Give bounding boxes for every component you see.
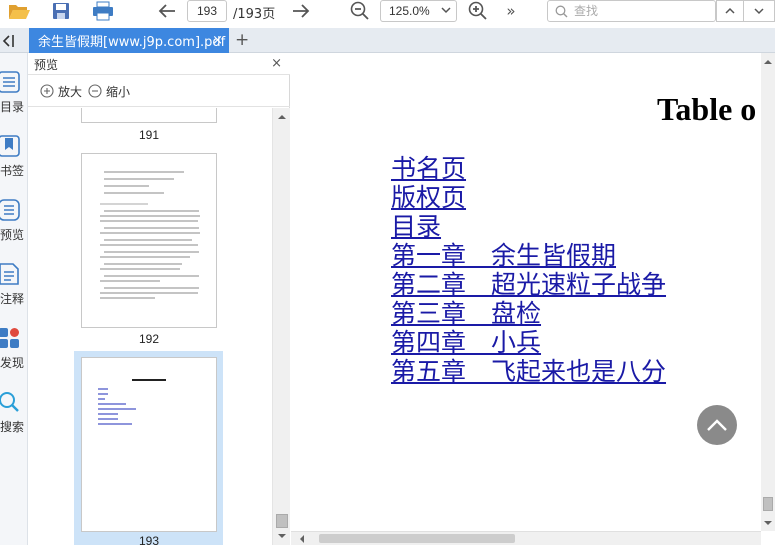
thumbnail-zoom-in-button[interactable]: 放大 <box>40 83 82 99</box>
current-page-input[interactable]: 193 <box>187 0 227 22</box>
scrollbar-thumb[interactable] <box>763 497 773 511</box>
rail-item-discover[interactable]: 发现 <box>0 323 28 383</box>
scrollbar-thumb[interactable] <box>319 534 515 543</box>
close-tab-icon[interactable]: × <box>212 33 223 48</box>
zoom-out-icon <box>88 84 102 98</box>
rail-item-annotations[interactable]: 注释 <box>0 259 28 319</box>
thumbnail-zoom-out-button[interactable]: 缩小 <box>88 83 130 99</box>
toc-link[interactable]: 第三章 盘检 <box>391 299 666 328</box>
chevron-down-icon <box>754 8 764 15</box>
tab-bar: 余生皆假期[www.j9p.com].pdf × + <box>0 28 775 53</box>
search-previous-button[interactable] <box>716 0 744 22</box>
rail-item-preview[interactable]: 预览 <box>0 195 28 255</box>
toc-link[interactable]: 第四章 小兵 <box>391 328 666 357</box>
zoom-in-label: 放大 <box>58 84 83 99</box>
thumbnail-page-number: 191 <box>138 128 160 142</box>
page-title: Table o <box>657 91 757 127</box>
bookmark-icon <box>0 135 20 160</box>
scroll-down-icon[interactable] <box>273 529 291 543</box>
scroll-up-icon[interactable] <box>273 110 291 124</box>
toc-link[interactable]: 第二章 超光速粒子战争 <box>391 270 666 299</box>
chevron-down-icon <box>440 4 452 19</box>
annotation-icon <box>0 263 20 288</box>
scroll-left-icon[interactable] <box>295 532 309 545</box>
thumbnail-page[interactable] <box>81 108 217 123</box>
back-to-top-button[interactable] <box>697 405 737 445</box>
left-rail: 目录 书签 预览 注释 发现 搜索 <box>0 53 28 545</box>
page-preview-graphic <box>100 171 200 299</box>
toc-link[interactable]: 目录 <box>391 212 666 241</box>
tab-document[interactable]: 余生皆假期[www.j9p.com].pdf × <box>29 28 229 53</box>
search-next-button[interactable] <box>743 0 775 22</box>
zoom-select[interactable]: 125.0% <box>380 0 457 22</box>
add-tab-button[interactable]: + <box>235 31 249 49</box>
search-icon <box>0 391 20 416</box>
zoom-out-icon[interactable] <box>349 0 371 22</box>
thumbnail-scrollbar[interactable] <box>272 108 290 545</box>
rail-item-search[interactable]: 搜索 <box>0 387 28 447</box>
open-folder-icon[interactable] <box>6 0 32 22</box>
toc-icon <box>0 71 20 96</box>
collapse-sidebar-icon[interactable] <box>0 32 18 50</box>
preview-panel: 预览 × 放大 缩小 191 192 193 <box>28 53 290 545</box>
tab-label: 余生皆假期[www.j9p.com].pdf <box>38 35 226 50</box>
thumbnail-page[interactable] <box>81 153 217 328</box>
toc-link[interactable]: 第一章 余生皆假期 <box>391 241 666 270</box>
rail-label: 书签 <box>0 164 24 178</box>
rail-item-bookmarks[interactable]: 书签 <box>0 131 28 191</box>
panel-header: 预览 × <box>28 53 290 75</box>
scroll-down-icon[interactable] <box>761 516 775 530</box>
table-of-contents: 书名页 版权页 目录 第一章 余生皆假期 第二章 超光速粒子战争 第三章 盘检 … <box>391 154 666 386</box>
thumbnail-page-selected[interactable] <box>81 357 217 532</box>
thumbnail-zoom-row: 放大 缩小 <box>28 75 290 107</box>
toc-link[interactable]: 书名页 <box>391 154 666 183</box>
document-view: Table o 书名页 版权页 目录 第一章 余生皆假期 第二章 超光速粒子战争… <box>291 53 775 545</box>
rail-item-toc[interactable]: 目录 <box>0 67 28 127</box>
scrollbar-thumb[interactable] <box>276 514 288 528</box>
panel-title: 预览 <box>34 58 59 72</box>
rail-label: 预览 <box>0 228 24 242</box>
zoom-in-icon <box>40 84 54 98</box>
rail-label: 发现 <box>0 356 24 370</box>
close-panel-icon[interactable]: × <box>271 56 282 71</box>
search-box[interactable] <box>547 0 716 22</box>
page-total-label: /193页 <box>233 7 276 22</box>
zoom-value: 125.0% <box>389 4 430 18</box>
scroll-up-icon[interactable] <box>761 55 775 69</box>
document-vertical-scrollbar[interactable] <box>761 53 775 531</box>
more-tools-button[interactable]: » <box>503 0 519 22</box>
preview-icon <box>0 199 20 224</box>
search-icon <box>555 5 568 21</box>
toc-link[interactable]: 第五章 飞起来也是八分 <box>391 357 666 386</box>
zoom-in-icon[interactable] <box>467 0 489 22</box>
document-horizontal-scrollbar[interactable] <box>291 531 761 545</box>
thumbnail-list: 191 192 193 <box>28 108 272 545</box>
chevron-up-icon <box>725 7 735 14</box>
toc-link[interactable]: 版权页 <box>391 183 666 212</box>
rail-label: 注释 <box>0 292 24 306</box>
rail-label: 搜索 <box>0 420 24 434</box>
rail-label: 目录 <box>0 100 24 114</box>
toolbar: 193 /193页 125.0% » <box>0 0 775 28</box>
thumbnail-page-number: 192 <box>138 332 160 346</box>
thumbnail-page-number: 193 <box>138 534 160 545</box>
chevron-up-icon <box>707 419 727 431</box>
zoom-out-label: 缩小 <box>106 84 131 99</box>
search-input[interactable] <box>574 3 712 19</box>
print-icon[interactable] <box>91 0 115 22</box>
previous-page-icon[interactable] <box>156 0 178 22</box>
next-page-icon[interactable] <box>290 0 312 22</box>
save-icon[interactable] <box>50 0 72 22</box>
apps-icon <box>0 327 20 352</box>
page-preview-graphic <box>98 379 166 425</box>
